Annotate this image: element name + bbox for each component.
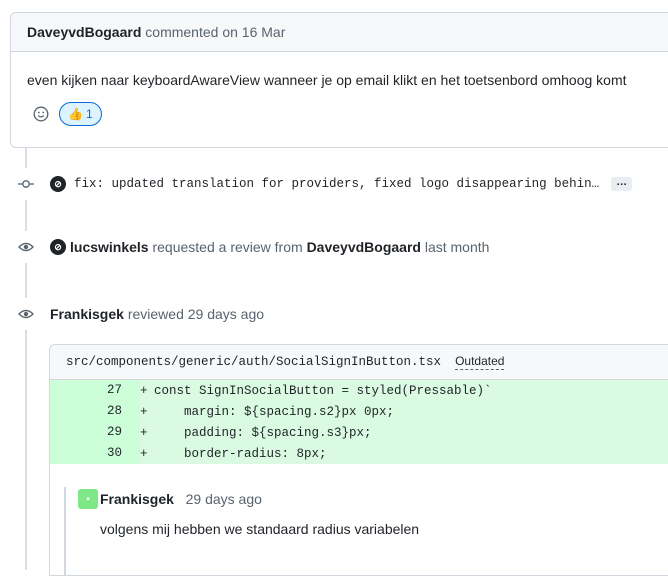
diff-line: 28 + margin: ${spacing.s2}px 0px;: [50, 401, 668, 422]
review-comment: ▪ Frankisgek 29 days ago volgens mij heb…: [64, 487, 668, 575]
commit-event: ⊘ fix: updated translation for providers…: [0, 168, 633, 200]
code-text: padding: ${spacing.s3}px;: [154, 425, 372, 440]
thumbs-up-icon: 👍: [68, 107, 83, 121]
code-text: border-radius: 8px;: [154, 446, 327, 461]
diff-line: 27 + const SignInSocialButton = styled(Pre…: [50, 380, 668, 401]
review-event: Frankisgek reviewed 29 days ago: [0, 298, 264, 330]
reviewer-link[interactable]: DaveyvdBogaard: [307, 239, 421, 255]
review-comment-author[interactable]: Frankisgek: [100, 491, 174, 507]
diff-sign: +: [140, 404, 148, 419]
commit-author-avatar[interactable]: ⊘: [50, 176, 66, 192]
reaction-count: 1: [85, 107, 93, 121]
reactions-bar: 👍 1: [31, 102, 668, 126]
review-request-action: requested a review from: [152, 239, 303, 255]
requester-link[interactable]: lucswinkels: [70, 239, 149, 255]
comment-header: DaveyvdBogaard commented on 16 Mar: [11, 13, 668, 52]
code-text: const SignInSocialButton = styled(Pressa…: [154, 383, 492, 398]
thumbs-up-reaction-button[interactable]: 👍 1: [59, 102, 102, 126]
file-header: src/components/generic/auth/SocialSignIn…: [50, 345, 668, 380]
line-number[interactable]: 30: [50, 443, 140, 464]
line-number[interactable]: 29: [50, 422, 140, 443]
diff-sign: +: [140, 446, 148, 461]
eye-icon: [10, 231, 42, 263]
comment-text: even kijken naar keyboardAwareView wanne…: [27, 72, 627, 88]
diff-sign: +: [140, 383, 148, 398]
line-number[interactable]: 28: [50, 401, 140, 422]
review-thread: src/components/generic/auth/SocialSignIn…: [49, 344, 668, 576]
lucswinkels-avatar[interactable]: ⊘: [50, 239, 66, 255]
review-request-event: ⊘ lucswinkels requested a review from Da…: [0, 231, 489, 263]
comment-author-link[interactable]: DaveyvdBogaard: [27, 24, 141, 40]
git-commit-icon: [10, 168, 42, 200]
review-author-link[interactable]: Frankisgek: [50, 306, 124, 322]
commit-expand-button[interactable]: …: [611, 177, 633, 191]
outdated-label[interactable]: Outdated: [455, 354, 505, 370]
commit-message-link[interactable]: fix: updated translation for providers, …: [74, 177, 599, 191]
review-comment-time[interactable]: 29 days ago: [186, 491, 262, 507]
diff-sign: +: [140, 425, 148, 440]
file-path-link[interactable]: src/components/generic/auth/SocialSignIn…: [66, 355, 441, 369]
code-text: margin: ${spacing.s2}px 0px;: [154, 404, 395, 419]
diff-line: 29 + padding: ${spacing.s3}px;: [50, 422, 668, 443]
line-number[interactable]: 27: [50, 380, 140, 401]
timeline-line: [25, 140, 27, 570]
review-comment-header: Frankisgek 29 days ago: [100, 491, 262, 507]
frankisgek-avatar[interactable]: ▪: [78, 489, 98, 509]
review-comment-body: volgens mij hebben we standaard radius v…: [100, 521, 420, 537]
comment-action: commented on 16 Mar: [145, 24, 286, 40]
comment-body: even kijken naar keyboardAwareView wanne…: [11, 52, 668, 126]
smiley-icon[interactable]: [31, 104, 51, 124]
review-action[interactable]: reviewed 29 days ago: [128, 306, 264, 322]
diff-line: 30 + border-radius: 8px;: [50, 443, 668, 464]
diff-lines: 27 + const SignInSocialButton = styled(Pre…: [50, 380, 668, 464]
comment-box: DaveyvdBogaard commented on 16 Mar even …: [10, 12, 668, 148]
review-request-time[interactable]: last month: [425, 239, 490, 255]
eye-icon: [10, 298, 42, 330]
